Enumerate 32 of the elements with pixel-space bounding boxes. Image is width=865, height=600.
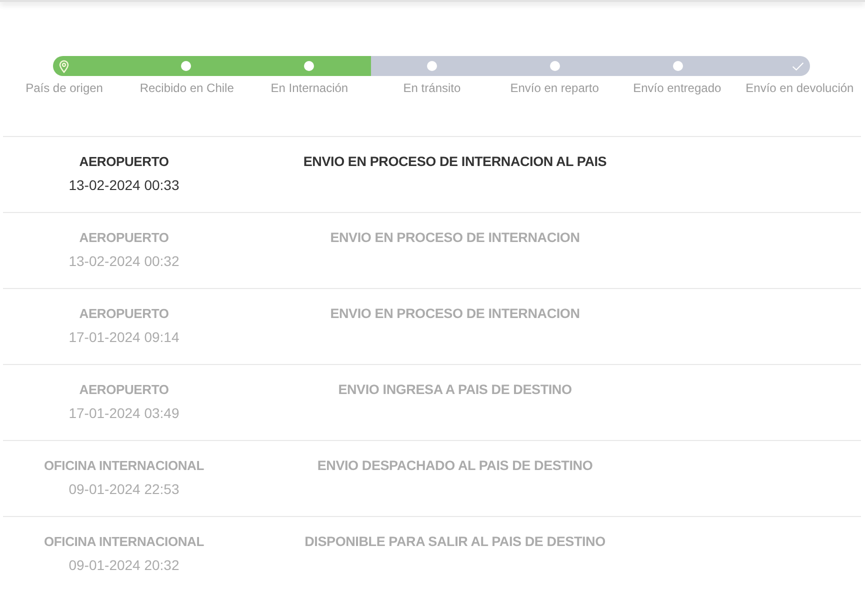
location-pin-icon xyxy=(59,60,69,72)
check-icon xyxy=(792,62,804,70)
step-label: Envío entregado xyxy=(633,81,722,96)
event-location: AEROPUERTO xyxy=(79,381,169,399)
step-label: País de origen xyxy=(26,81,103,96)
event-datetime: 09-01-2024 20:32 xyxy=(68,556,180,574)
event-description: ENVIO DESPACHADO AL PAIS DE DESTINO xyxy=(317,457,593,475)
event-location: OFICINA INTERNACIONAL xyxy=(44,533,204,551)
event-location: AEROPUERTO xyxy=(79,153,169,171)
event-description: DISPONIBLE PARA SALIR AL PAIS DE DESTINO xyxy=(304,533,606,551)
event-datetime: 17-01-2024 09:14 xyxy=(68,328,180,346)
event-description: ENVIO EN PROCESO DE INTERNACION xyxy=(330,229,580,247)
step-label: Envío en devolución xyxy=(746,81,854,96)
event-datetime: 09-01-2024 22:53 xyxy=(68,480,180,498)
event-description: ENVIO EN PROCESO DE INTERNACION xyxy=(330,305,580,323)
event-description: ENVIO EN PROCESO DE INTERNACION AL PAIS xyxy=(303,153,607,171)
dot-icon xyxy=(426,61,437,71)
step-label: Recibido en Chile xyxy=(140,81,234,96)
event-datetime: 17-01-2024 03:49 xyxy=(68,404,180,422)
step-label: En tránsito xyxy=(403,81,461,96)
event-location: OFICINA INTERNACIONAL xyxy=(44,457,204,475)
event-datetime: 13-02-2024 00:33 xyxy=(68,176,180,194)
dot-icon xyxy=(304,61,314,71)
event-location: AEROPUERTO xyxy=(79,305,169,323)
dot-icon xyxy=(181,61,192,71)
step-label: Envío en reparto xyxy=(510,81,599,96)
dot-icon xyxy=(672,61,683,71)
event-datetime: 13-02-2024 00:32 xyxy=(68,252,180,270)
step-label: En Internación xyxy=(270,81,348,96)
dot-icon xyxy=(550,61,560,71)
event-location: AEROPUERTO xyxy=(79,229,169,247)
event-description: ENVIO INGRESA A PAIS DE DESTINO xyxy=(338,381,572,399)
